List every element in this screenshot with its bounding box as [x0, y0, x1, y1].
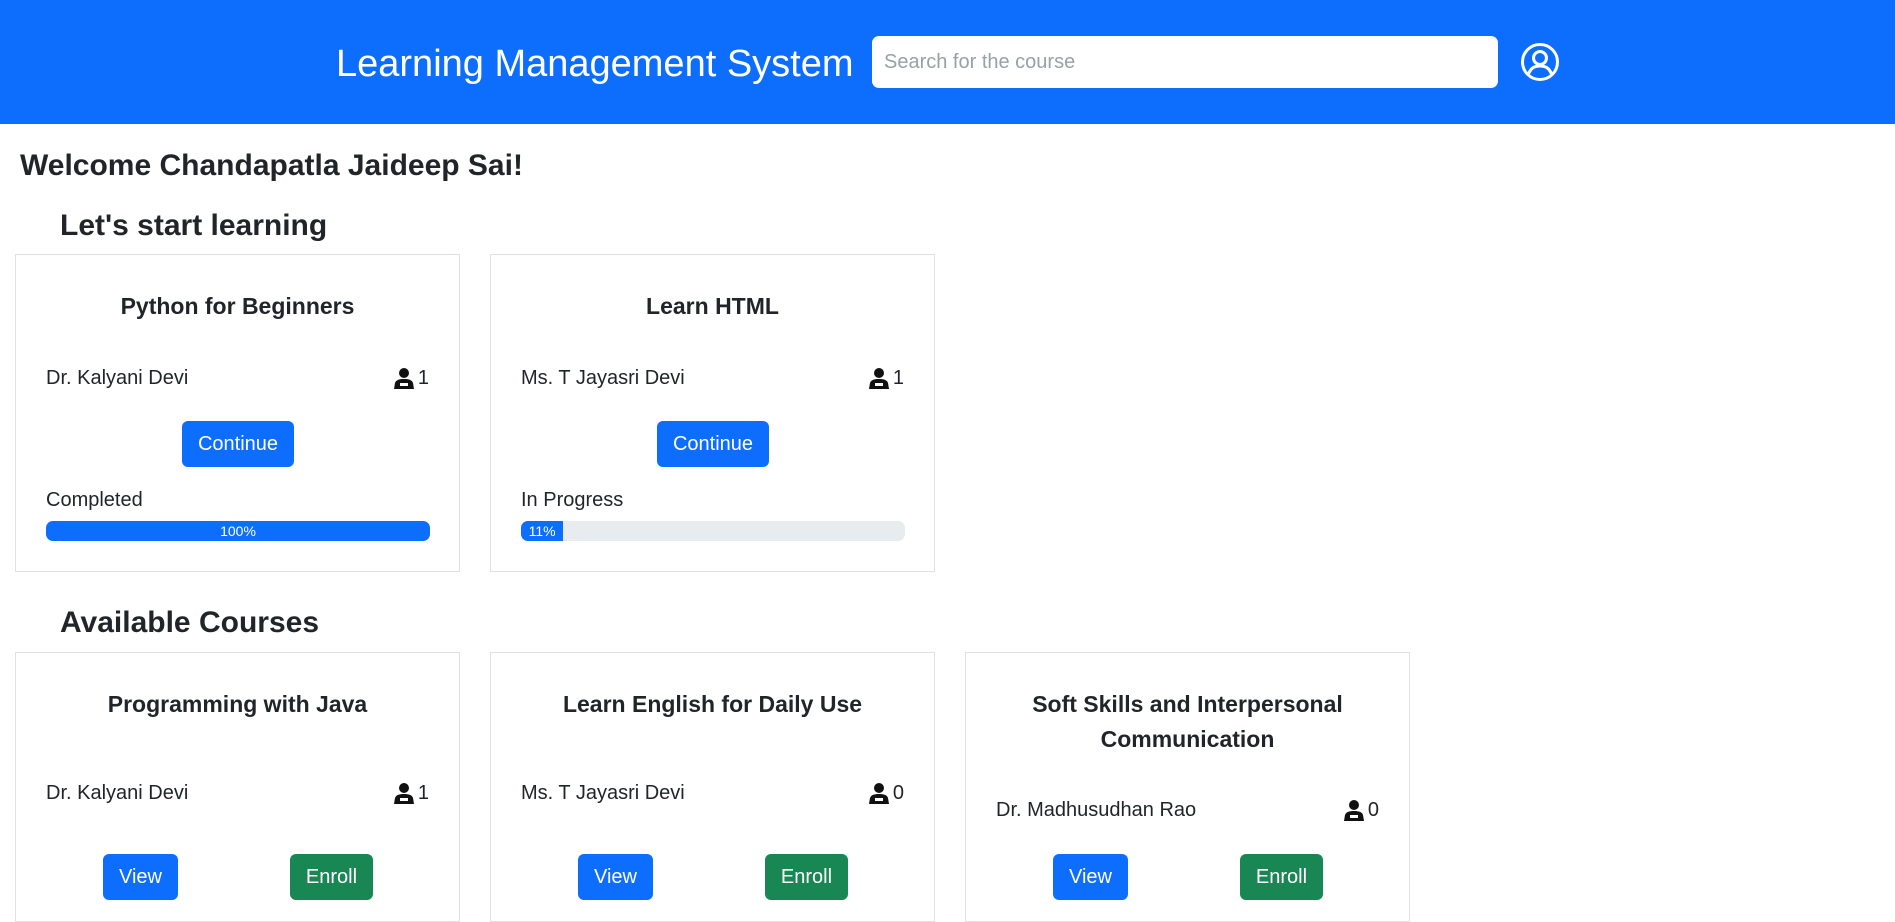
section-title-available: Available Courses — [60, 606, 319, 639]
continue-button[interactable]: Continue — [657, 421, 769, 467]
course-title: Learn English for Daily Use — [562, 691, 863, 717]
instructor-name: Ms. T Jayasri Devi — [521, 367, 685, 389]
search-input[interactable] — [872, 36, 1498, 88]
user-circle-icon[interactable] — [1520, 42, 1560, 82]
instructor-name: Dr. Madhusudhan Rao — [996, 799, 1197, 821]
user-graduate-icon — [868, 783, 889, 804]
course-card: Programming with Java Dr. Kalyani Devi 1… — [15, 652, 460, 922]
user-graduate-icon — [1343, 800, 1364, 821]
instructor-name: Dr. Kalyani Devi — [46, 782, 189, 804]
course-title: Programming with Java — [107, 691, 368, 717]
enrolled-count: 0 — [1343, 797, 1379, 823]
section-title-learning: Let's start learning — [60, 209, 328, 242]
enroll-button[interactable]: Enroll — [1240, 854, 1323, 900]
user-graduate-icon — [868, 368, 889, 389]
course-title: Python for Beginners — [120, 293, 355, 319]
enrolled-number: 1 — [417, 782, 429, 804]
continue-button[interactable]: Continue — [182, 421, 294, 467]
enrolled-number: 1 — [417, 367, 429, 389]
enroll-button[interactable]: Enroll — [765, 854, 848, 900]
progress-status: Completed — [46, 489, 143, 511]
enrolled-number: 0 — [892, 782, 904, 804]
enrolled-number: 0 — [1367, 799, 1379, 821]
course-title: Soft Skills and Interpersonal Communicat… — [1032, 691, 1343, 752]
enrolled-number: 1 — [892, 367, 904, 389]
welcome-heading: Welcome Chandapatla Jaideep Sai! — [20, 149, 523, 182]
course-card: Learn English for Daily Use Ms. T Jayasr… — [490, 652, 935, 922]
progress-track: 11% — [521, 521, 905, 541]
view-button[interactable]: View — [1053, 854, 1128, 900]
progress-status: In Progress — [521, 489, 624, 511]
view-button[interactable]: View — [578, 854, 653, 900]
user-graduate-icon — [393, 783, 414, 804]
top-navbar: Learning Management System — [0, 0, 1895, 124]
progress-bar: 100% — [46, 521, 430, 541]
course-card: Soft Skills and Interpersonal Communicat… — [965, 652, 1410, 922]
enrolled-count: 1 — [393, 780, 429, 806]
user-graduate-icon — [393, 368, 414, 389]
progress-track: 100% — [46, 521, 430, 541]
view-button[interactable]: View — [103, 854, 178, 900]
app-title: Learning Management System — [336, 43, 854, 85]
progress-bar: 11% — [521, 521, 564, 541]
enrolled-count: 1 — [393, 365, 429, 391]
enrolled-count: 1 — [868, 365, 904, 391]
course-card: Learn HTML Ms. T Jayasri Devi 1 Continue… — [490, 254, 935, 572]
enroll-button[interactable]: Enroll — [290, 854, 373, 900]
instructor-name: Ms. T Jayasri Devi — [521, 782, 685, 804]
course-title: Learn HTML — [646, 293, 779, 319]
course-card: Python for Beginners Dr. Kalyani Devi 1 … — [15, 254, 460, 572]
instructor-name: Dr. Kalyani Devi — [46, 367, 189, 389]
enrolled-count: 0 — [868, 780, 904, 806]
